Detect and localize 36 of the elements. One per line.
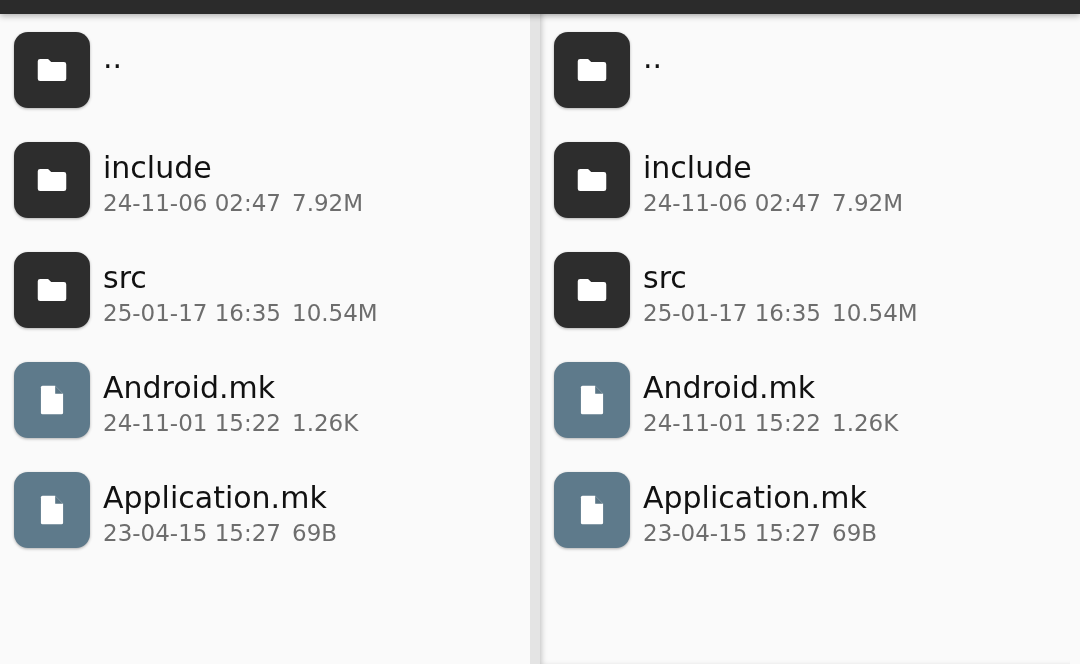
file-name[interactable]: Android.mk — [103, 368, 359, 408]
file-name[interactable]: Application.mk — [643, 478, 878, 518]
modified-date: 25-01-17 16:35 — [643, 299, 821, 328]
file-size: 7.92M — [292, 189, 364, 218]
file-size: 1.26K — [292, 409, 359, 438]
folder-icon — [554, 142, 630, 218]
folder-icon — [14, 252, 90, 328]
document-icon — [14, 472, 90, 548]
modified-date: 24-11-01 15:22 — [643, 409, 821, 438]
file-size: 10.54M — [292, 299, 378, 328]
folder-icon — [14, 32, 90, 108]
file-name[interactable]: Application.mk — [103, 478, 338, 518]
document-icon — [554, 362, 630, 438]
file-size: 7.92M — [832, 189, 904, 218]
file-name[interactable]: src — [643, 258, 918, 298]
file-name[interactable]: src — [103, 258, 378, 298]
folder-icon — [554, 252, 630, 328]
file-name[interactable]: .. — [103, 38, 123, 78]
file-name[interactable]: include — [643, 148, 904, 188]
file-size: 69B — [832, 519, 878, 548]
file-size: 69B — [292, 519, 338, 548]
file-size: 1.26K — [832, 409, 899, 438]
modified-date: 24-11-01 15:22 — [103, 409, 281, 438]
document-icon — [14, 362, 90, 438]
modified-date: 23-04-15 15:27 — [643, 519, 821, 548]
modified-date: 24-11-06 02:47 — [643, 189, 821, 218]
file-name[interactable]: Android.mk — [643, 368, 899, 408]
document-icon — [554, 472, 630, 548]
modified-date: 23-04-15 15:27 — [103, 519, 281, 548]
modified-date: 24-11-06 02:47 — [103, 189, 281, 218]
file-name[interactable]: include — [103, 148, 364, 188]
file-size: 10.54M — [832, 299, 918, 328]
modified-date: 25-01-17 16:35 — [103, 299, 281, 328]
folder-icon — [554, 32, 630, 108]
file-name[interactable]: .. — [643, 38, 663, 78]
folder-icon — [14, 142, 90, 218]
